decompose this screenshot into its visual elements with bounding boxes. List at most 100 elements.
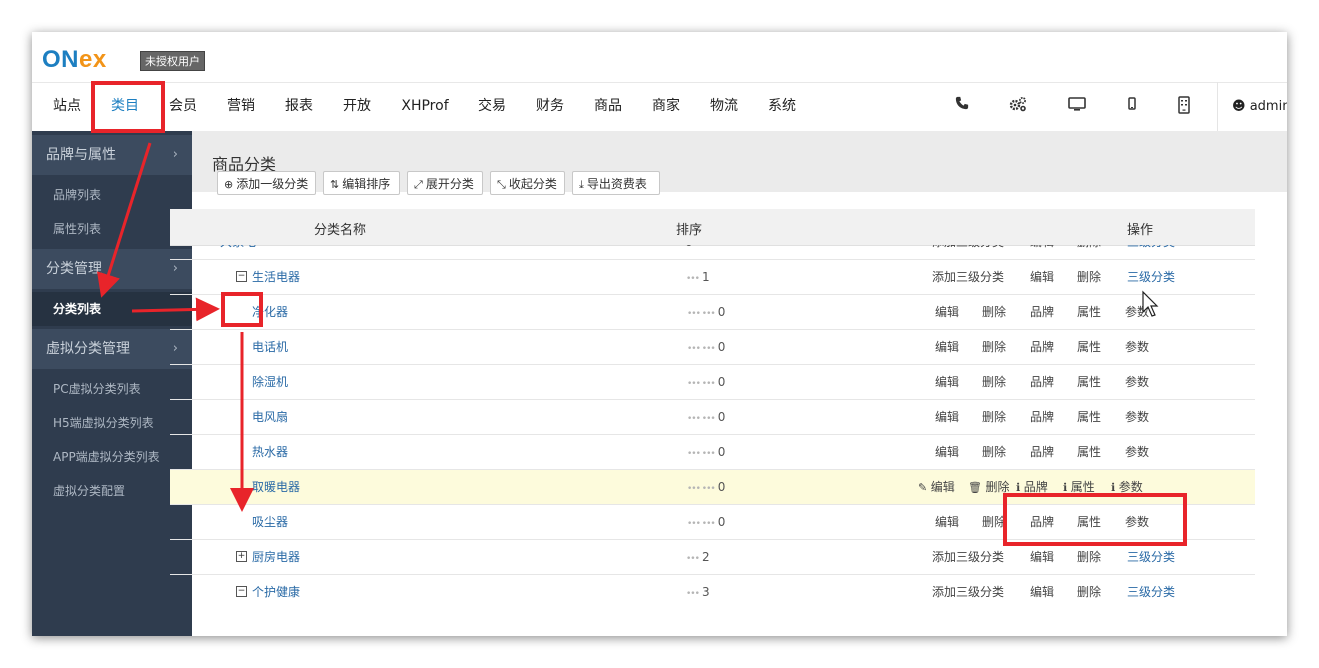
nav-item-member[interactable]: 会员	[168, 82, 198, 131]
collapse-toggle-icon[interactable]: −	[236, 271, 247, 282]
sort-order-value[interactable]: ••• 3	[686, 575, 710, 604]
user-menu[interactable]: ☻ admin	[1232, 82, 1287, 131]
sort-order-value[interactable]: ••• ••• 0	[687, 330, 725, 365]
row-action-link[interactable]: 删除	[982, 295, 1006, 330]
sort-order-value[interactable]: ••• 1	[686, 260, 710, 295]
category-name-link[interactable]: 热水器	[252, 435, 288, 470]
sidebar-section-category[interactable]: 分类管理 ›	[32, 249, 192, 289]
row-action-link[interactable]: 删除	[982, 400, 1006, 435]
row-action-link[interactable]: 编辑	[1030, 575, 1054, 604]
row-action-link[interactable]: 编辑	[935, 400, 959, 435]
row-action-link[interactable]: 添加三级分类	[932, 575, 1004, 604]
row-action-link[interactable]: 品牌	[1030, 330, 1054, 365]
row-action-link[interactable]: 参数	[1125, 365, 1149, 400]
row-action-link[interactable]: 删除	[1077, 575, 1101, 604]
row-action-link[interactable]: 品牌	[1030, 295, 1054, 330]
row-action-link[interactable]: 编辑	[935, 295, 959, 330]
row-action-link[interactable]: 添加三级分类	[932, 540, 1004, 575]
nav-item-merchant[interactable]: 商家	[651, 82, 681, 131]
sort-order-value[interactable]: ••• ••• 0	[687, 365, 725, 400]
chevron-right-icon: ›	[172, 147, 178, 162]
nav-item-logistics[interactable]: 物流	[709, 82, 739, 131]
indent-dots: ••• •••	[687, 344, 716, 354]
row-action-link[interactable]: 属性	[1077, 295, 1101, 330]
cogs-icon[interactable]	[1008, 96, 1028, 116]
row-action-link[interactable]: 品牌	[1030, 435, 1054, 470]
nav-item-trade[interactable]: 交易	[477, 82, 507, 131]
sidebar-section-virtual-category[interactable]: 虚拟分类管理 ›	[32, 329, 192, 369]
mobile-icon[interactable]	[1122, 96, 1142, 116]
annotation-box-ops	[1003, 493, 1187, 546]
sort-order-value[interactable]: ••• 2	[686, 540, 710, 575]
edit-sort-button[interactable]: ⇅ 编辑排序	[323, 171, 400, 195]
row-action-link[interactable]: 删除	[982, 365, 1006, 400]
sidebar-item-h5-virtual[interactable]: H5端虚拟分类列表	[32, 406, 192, 440]
row-action-link[interactable]: 删除	[1077, 260, 1101, 295]
row-action-link[interactable]: 属性	[1077, 400, 1101, 435]
indent-dots: ••• •••	[687, 449, 716, 459]
row-action-link[interactable]: 属性	[1077, 435, 1101, 470]
row-action-link[interactable]: 编辑	[935, 330, 959, 365]
category-name-link[interactable]: 电话机	[252, 330, 288, 365]
row-action-link[interactable]: 属性	[1077, 330, 1101, 365]
nav-item-finance[interactable]: 财务	[535, 82, 565, 131]
sidebar-item-attr-list[interactable]: 属性列表	[32, 212, 192, 246]
sort-order-value[interactable]: ••• ••• 0	[687, 435, 725, 470]
export-rates-button[interactable]: ⤓ 导出资费表	[572, 171, 660, 195]
phone-icon[interactable]	[952, 96, 972, 116]
category-table-body: 大家电 0 添加三级分类 编辑 删除 三级分类 −生活电器•••1添加三级分类编…	[170, 245, 1255, 604]
pencil-icon: ✎	[918, 481, 931, 494]
row-action-link[interactable]: ✎ 编辑	[918, 470, 955, 505]
row-action-link[interactable]: 属性	[1077, 365, 1101, 400]
row-action-link[interactable]: 参数	[1125, 435, 1149, 470]
nav-item-goods[interactable]: 商品	[593, 82, 623, 131]
sort-order-value[interactable]: ••• ••• 0	[687, 295, 725, 330]
indent-dots: ••• •••	[687, 414, 716, 424]
expand-categories-button[interactable]: ⤢ 展开分类	[407, 171, 483, 195]
nav-item-system[interactable]: 系统	[767, 82, 797, 131]
nav-item-open[interactable]: 开放	[342, 82, 372, 131]
row-action-link[interactable]: 编辑	[1030, 260, 1054, 295]
row-action-link[interactable]: 删除	[982, 435, 1006, 470]
category-name-link[interactable]: 取暖电器	[252, 470, 300, 505]
add-top-category-button[interactable]: ⊕ 添加一级分类	[217, 171, 316, 195]
row-action-link[interactable]: 三级分类	[1127, 575, 1175, 604]
category-name-link[interactable]: 生活电器	[252, 260, 300, 295]
nav-item-marketing[interactable]: 营销	[226, 82, 256, 131]
category-name-link[interactable]: 电风扇	[252, 400, 288, 435]
sidebar-item-category-list[interactable]: 分类列表	[32, 292, 192, 326]
expand-toggle-icon[interactable]: +	[236, 551, 247, 562]
category-name-link[interactable]: 厨房电器	[252, 540, 300, 575]
sidebar-item-virtual-config[interactable]: 虚拟分类配置	[32, 474, 192, 508]
category-name-link[interactable]: 个护健康	[252, 575, 300, 604]
col-header-ops: 操作	[1127, 223, 1154, 238]
nav-item-report[interactable]: 报表	[284, 82, 314, 131]
row-action-link[interactable]: 参数	[1125, 400, 1149, 435]
sort-order-value[interactable]: ••• ••• 0	[687, 400, 725, 435]
row-action-link[interactable]: 品牌	[1030, 365, 1054, 400]
sort-order-value[interactable]: ••• ••• 0	[687, 470, 725, 505]
sidebar-item-brand-list[interactable]: 品牌列表	[32, 178, 192, 212]
sidebar-item-pc-virtual[interactable]: PC虚拟分类列表	[32, 372, 192, 406]
desktop-icon[interactable]	[1067, 96, 1087, 116]
row-action-link[interactable]: 参数	[1125, 330, 1149, 365]
category-name-link[interactable]: 吸尘器	[252, 505, 288, 540]
row-action-link[interactable]: 删除	[982, 330, 1006, 365]
tablet-icon[interactable]	[1174, 96, 1194, 116]
sort-order-value[interactable]: ••• ••• 0	[687, 505, 725, 540]
row-action-link[interactable]: 参数	[1125, 295, 1149, 330]
collapse-toggle-icon[interactable]: −	[236, 586, 247, 597]
row-action-link[interactable]: 编辑	[935, 505, 959, 540]
sidebar-item-app-virtual[interactable]: APP端虚拟分类列表	[32, 440, 192, 474]
collapse-categories-button[interactable]: ⤡ 收起分类	[490, 171, 565, 195]
category-name-link[interactable]: 除湿机	[252, 365, 288, 400]
row-action-link[interactable]: 品牌	[1030, 400, 1054, 435]
row-action-link[interactable]: 编辑	[935, 435, 959, 470]
sidebar-section-brand-attr[interactable]: 品牌与属性 ›	[32, 135, 192, 175]
nav-item-site[interactable]: 站点	[52, 82, 82, 131]
nav-item-xhprof[interactable]: XHProf	[399, 82, 451, 131]
row-action-link[interactable]: 三级分类	[1127, 260, 1175, 295]
row-action-link[interactable]: 编辑	[935, 365, 959, 400]
row-action-link[interactable]: 添加三级分类	[932, 260, 1004, 295]
onex-logo[interactable]: ONex	[42, 46, 107, 74]
